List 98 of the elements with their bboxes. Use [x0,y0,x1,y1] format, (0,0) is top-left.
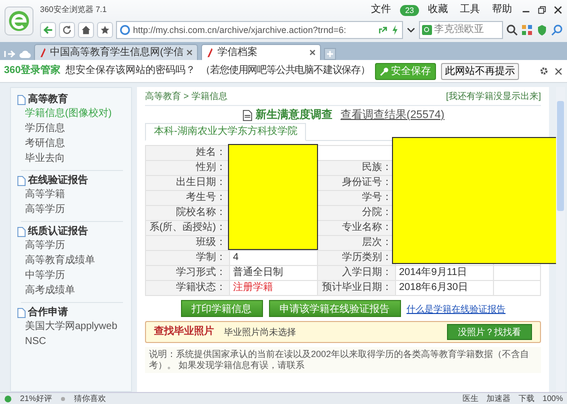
save-password-question: 想安全保存该网站的密码吗？ [66,65,196,77]
notification-badge: 23 [400,4,419,16]
zoom-icon [551,24,563,36]
settings-icon [539,66,549,76]
field-label: 考生号： [146,190,230,206]
sidebar-item[interactable]: 高等学籍 [17,188,127,202]
status-item[interactable]: 医生 [462,392,479,404]
field-value: 2018年6月30日 [396,280,494,296]
sidebar-item[interactable]: 高考成绩单 [17,284,127,298]
status-item[interactable]: 猜你喜欢 [74,392,106,404]
note-text: 说明：系统提供国家承认的当前在读以及2002年以来取得学历的各类高等教育学籍数据（不含自考）。 如果发现学籍信息有误，请联系 [145,347,541,373]
status-item[interactable]: 21%好评 [20,392,52,404]
key-icon [380,66,389,76]
back-arrow-icon [43,25,53,35]
field-label: 系(所、函授站)： [146,220,230,236]
field-label: 学籍状态： [146,280,230,296]
address-field[interactable]: http://my.chsi.com.cn/archive/xjarchive.action?trnd=6: [116,21,403,39]
document-icon [17,308,26,318]
refresh-icon [62,25,72,35]
apps-icon [521,24,533,36]
breadcrumb: 高等教育 > 学籍信息 [145,90,228,102]
star-icon [100,25,110,35]
bookmark-button[interactable] [97,22,113,38]
field-label: 姓名： [146,146,230,160]
site-icon [39,48,47,58]
browser-tab[interactable]: 中国高等教育学生信息网(学信 [34,44,198,60]
field-label: 学制： [146,250,230,266]
document-icon [17,227,26,237]
sidebar-item[interactable]: NSC [17,335,127,349]
document-icon [17,95,26,105]
dropdown-icon [406,25,416,35]
field-label: 性别： [146,160,230,176]
sidebar-item[interactable]: 毕业去向 [17,152,127,166]
search-icon [506,24,518,36]
field-label: 入学日期： [318,266,396,280]
field-label: 出生日期： [146,176,230,190]
field-label: 班级： [146,236,230,250]
sidebar-item[interactable]: 高等学历 [17,239,127,253]
dot-icon [60,396,66,402]
rating-icon [4,394,12,402]
scrollbar[interactable] [556,87,565,392]
document-icon [242,110,253,120]
browser-tab[interactable]: 学信档案 [201,44,322,60]
search-field[interactable]: 李克强欧亚 [419,21,503,39]
search-engine-icon [422,25,432,35]
sidebar-toggle-icon [4,48,16,60]
menu-item[interactable]: 工具 [457,4,483,16]
close-icon[interactable] [309,49,316,56]
find-photo-button[interactable]: 没照片？找找看 [447,324,532,340]
status-item[interactable]: 下载 [518,392,535,404]
panel-title: 查找毕业照片 [154,326,214,338]
report-help-link[interactable]: 什么是学籍在线验证报告 [406,302,506,314]
home-button[interactable] [78,22,94,38]
lightning-icon[interactable] [391,25,399,35]
field-value: 注册学籍 [230,280,318,296]
globe-icon [120,25,130,35]
close-icon[interactable] [186,49,194,56]
window-title: 360安全浏览器 7.1 [40,4,107,16]
status-item[interactable]: 加速器 [486,392,511,404]
home-icon [81,25,91,35]
sidebar-item[interactable]: 高等学历 [17,203,127,217]
school-tab[interactable]: 本科-湖南农业大学东方科技学院 [145,123,306,141]
section-title: 纸质认证报告 [28,226,88,238]
field-value: 2014年9月11日 [396,266,494,280]
restore-icon [537,5,547,15]
survey-link[interactable]: 新生满意度调查 [256,109,333,121]
share-icon[interactable] [378,25,388,35]
missing-record-link[interactable]: [我还有学籍没显示出来] [446,90,541,102]
close-icon [553,5,563,15]
section-title: 合作申请 [28,307,68,319]
section-title: 高等教育 [28,94,68,106]
document-icon [17,176,26,186]
results-link[interactable]: 查看调查结果(25574) [340,109,444,121]
back-button[interactable] [40,22,56,38]
sidebar-item[interactable]: 高等教育成绩单 [17,254,127,268]
menu-item[interactable]: 收藏 [425,4,451,16]
status-item[interactable]: 100% [542,392,563,404]
field-label: 院校名称： [146,206,230,220]
cloud-icon [19,48,31,60]
field-label: 学习形式： [146,266,230,280]
site-icon [206,48,214,58]
close-icon [554,66,563,76]
browser-logo[interactable] [4,6,34,36]
refresh-button[interactable] [59,22,75,38]
brand-label: 360登录管家 [4,65,61,77]
sidebar-item[interactable]: 中等学历 [17,269,127,283]
never-button[interactable]: 此网站不再提示 [440,62,519,80]
shield-icon [536,24,548,36]
sidebar-item[interactable]: 考研信息 [17,137,127,151]
field-value: 普通全日制 [230,266,318,280]
sidebar-item[interactable]: 学历信息 [17,122,127,136]
field-label: 预计毕业日期： [318,280,396,296]
photo-status: 毕业照片尚未选择 [224,326,296,338]
sidebar-item[interactable]: 美国大学网applyweb [17,320,127,334]
menu-item[interactable]: 文件 [368,4,394,16]
menu-item[interactable]: 帮助 [489,4,515,16]
hint-text: （若您使用网吧等公共电脑不建议保存） [200,65,370,77]
section-title: 在线验证报告 [28,175,88,187]
